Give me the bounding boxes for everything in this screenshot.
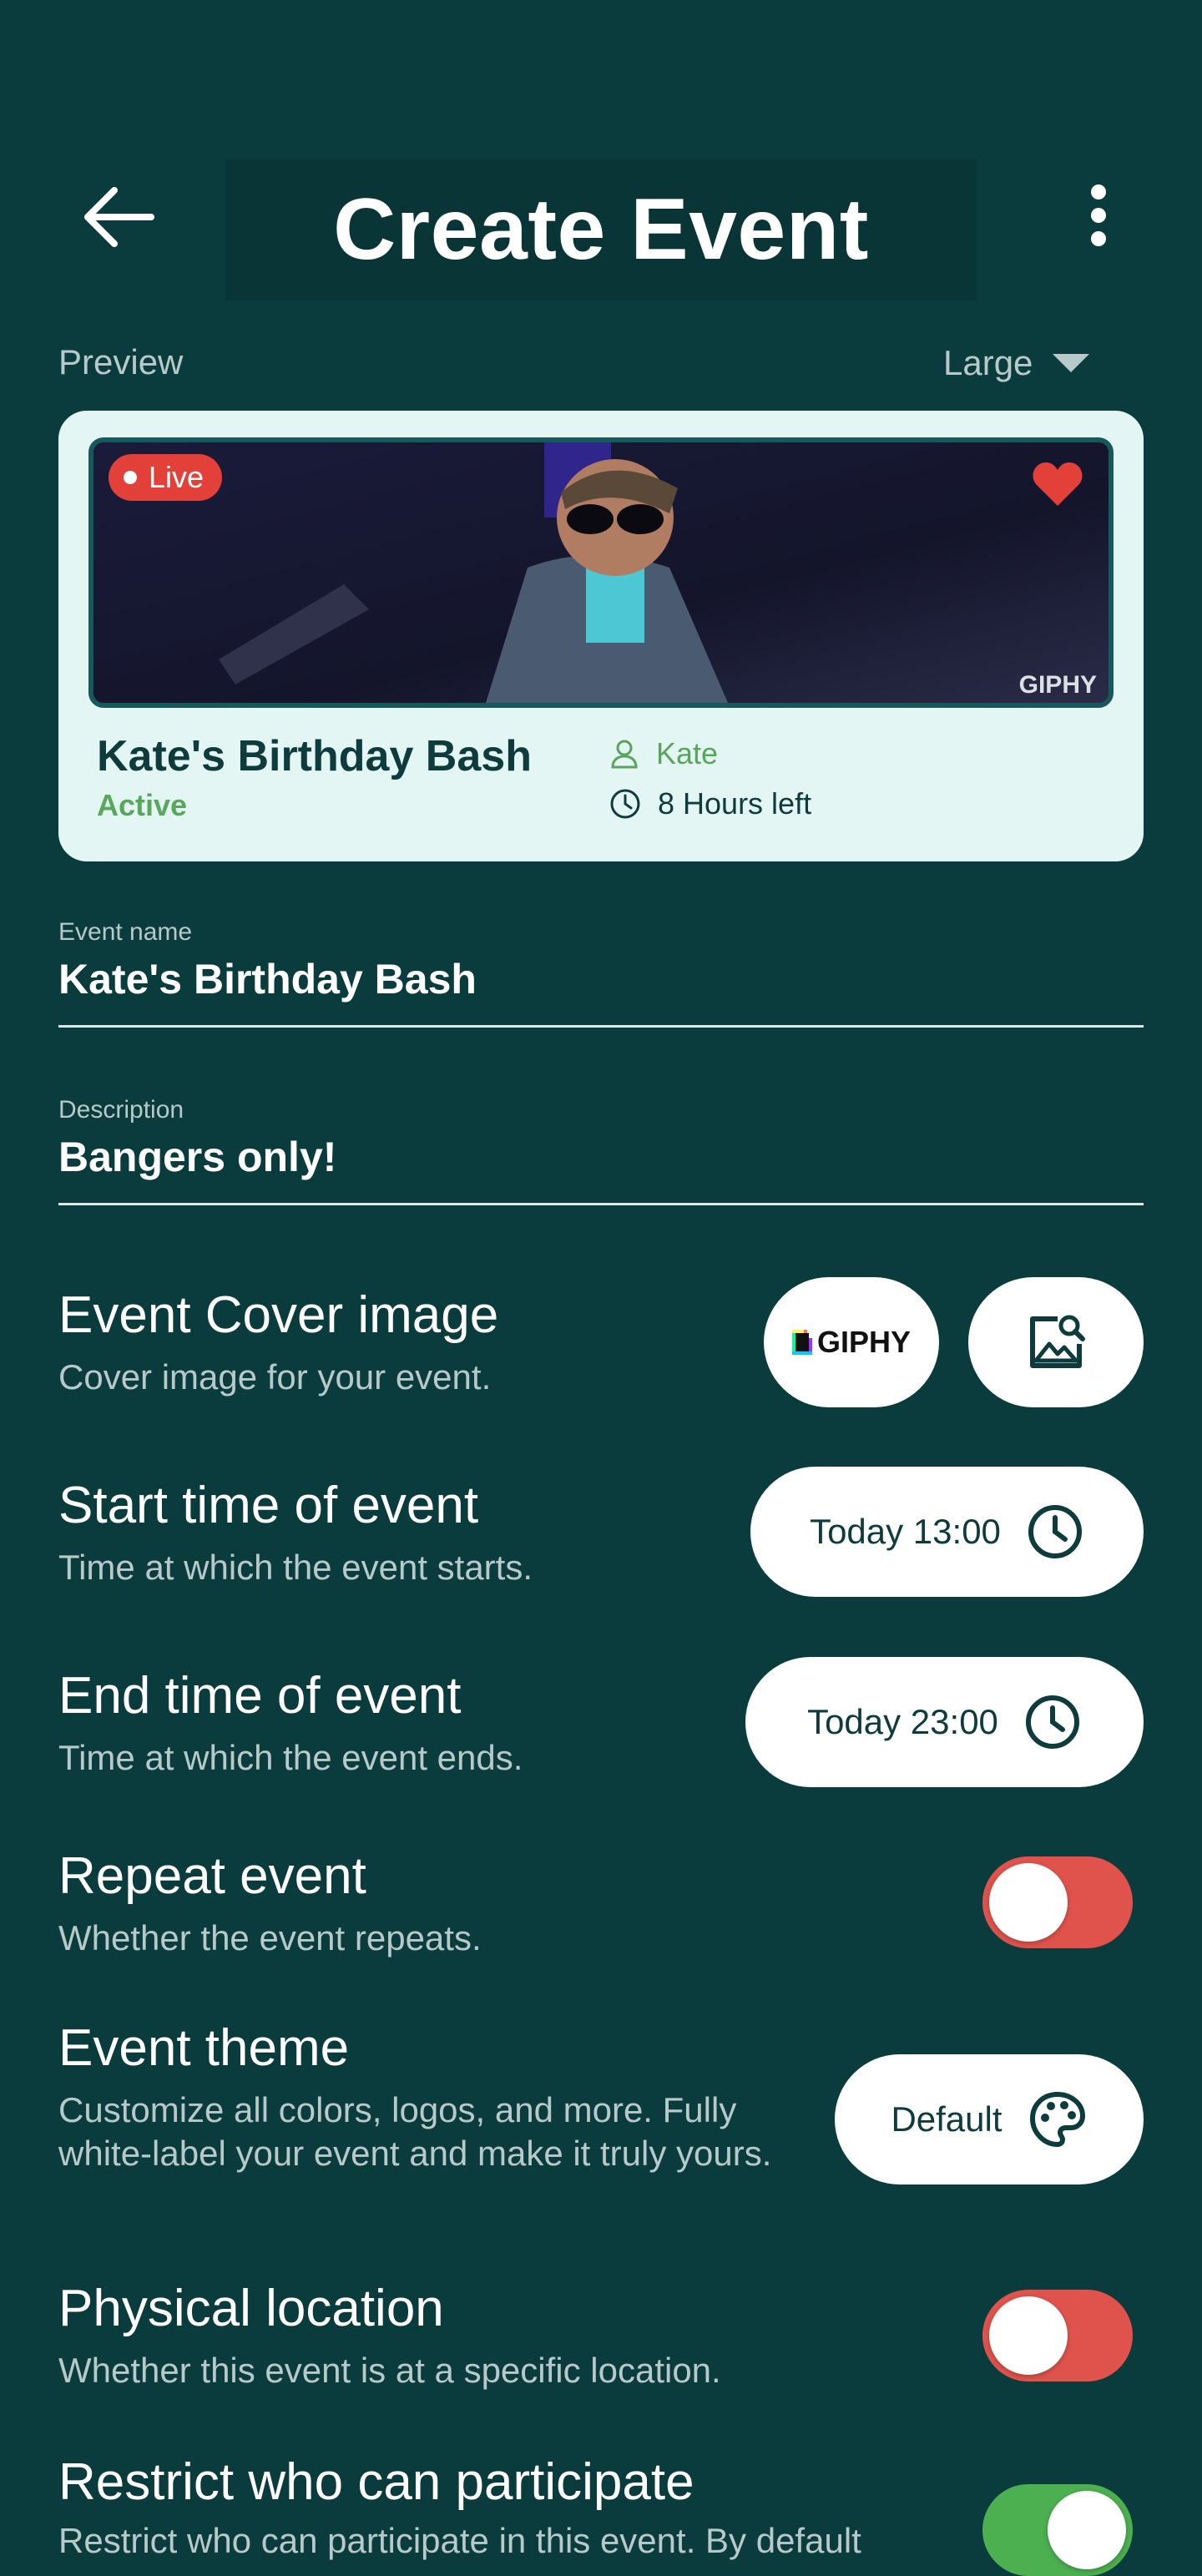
toggle-knob bbox=[1048, 2491, 1126, 2569]
caret-down-icon bbox=[1053, 354, 1090, 372]
end-time-value: Today 23:00 bbox=[807, 1702, 998, 1741]
start-time-value: Today 13:00 bbox=[810, 1512, 1001, 1551]
end-time-subtitle: Time at which the event ends. bbox=[58, 1738, 523, 1777]
toggle-knob bbox=[989, 1863, 1068, 1942]
preview-size-dropdown[interactable]: Large bbox=[943, 338, 1090, 388]
event-name-field[interactable]: Event name Kate's Birthday Bash bbox=[58, 918, 1144, 1028]
description-label: Description bbox=[58, 1096, 184, 1124]
live-badge-label: Live bbox=[149, 460, 205, 494]
physical-location-title: Physical location bbox=[58, 2280, 444, 2337]
description-field[interactable]: Description Bangers only! bbox=[58, 1096, 1144, 1205]
cover-image-art bbox=[93, 442, 1109, 703]
giphy-watermark: GIPHY bbox=[1018, 671, 1097, 699]
repeat-event-subtitle: Whether the event repeats. bbox=[58, 1918, 482, 1957]
preview-time-left-text: 8 Hours left bbox=[658, 786, 812, 821]
back-arrow-icon bbox=[84, 187, 154, 247]
theme-button[interactable]: Default bbox=[835, 2054, 1144, 2185]
event-name-label: Event name bbox=[58, 918, 193, 946]
preview-size-value: Large bbox=[943, 343, 1033, 382]
live-badge: Live bbox=[109, 454, 223, 501]
preview-event-title: Kate's Birthday Bash bbox=[97, 732, 532, 780]
preview-event-status: Active bbox=[97, 788, 188, 822]
clock-icon bbox=[1025, 1695, 1079, 1749]
start-time-subtitle: Time at which the event starts. bbox=[58, 1548, 533, 1587]
person-icon bbox=[611, 740, 638, 769]
end-time-button[interactable]: Today 23:00 bbox=[745, 1657, 1144, 1787]
event-name-input[interactable]: Kate's Birthday Bash bbox=[58, 955, 1144, 1025]
giphy-logo-text: GIPHY bbox=[816, 1325, 912, 1359]
preview-time-left: 8 Hours left bbox=[609, 786, 811, 821]
giphy-logo-icon bbox=[791, 1330, 812, 1355]
preview-host-name: Kate bbox=[656, 736, 719, 770]
description-input[interactable]: Bangers only! bbox=[58, 1133, 1144, 1203]
page-title-container: Create Event bbox=[225, 159, 977, 301]
live-dot-icon bbox=[124, 471, 137, 484]
giphy-logo: GIPHY bbox=[791, 1325, 912, 1360]
clock-icon bbox=[1028, 1505, 1082, 1558]
restrict-participation-title: Restrict who can participate bbox=[58, 2453, 694, 2511]
event-theme-subtitle: Customize all colors, logos, and more. F… bbox=[58, 2090, 772, 2173]
preview-label: Preview bbox=[58, 342, 184, 381]
event-theme-title: Event theme bbox=[58, 2019, 350, 2077]
clock-icon bbox=[610, 789, 640, 819]
event-cover-image: Live GIPHY bbox=[88, 437, 1114, 708]
start-time-button[interactable]: Today 13:00 bbox=[750, 1467, 1144, 1597]
cover-image-subtitle: Cover image for your event. bbox=[58, 1357, 492, 1397]
page-title: Create Event bbox=[333, 180, 869, 278]
end-time-title: End time of event bbox=[58, 1667, 462, 1725]
restrict-participation-subtitle: Restrict who can participate in this eve… bbox=[58, 2521, 861, 2560]
start-time-title: Start time of event bbox=[58, 1477, 479, 1534]
repeat-event-toggle[interactable] bbox=[982, 1856, 1133, 1948]
cover-image-title: Event Cover image bbox=[58, 1286, 499, 1344]
back-button[interactable] bbox=[75, 175, 159, 259]
physical-location-subtitle: Whether this event is at a specific loca… bbox=[58, 2351, 721, 2390]
heart-icon bbox=[1033, 462, 1083, 506]
repeat-event-title: Repeat event bbox=[58, 1847, 366, 1905]
palette-icon bbox=[1029, 2092, 1085, 2147]
image-search-icon bbox=[1030, 1315, 1085, 1368]
event-preview-card[interactable]: Live GIPHY Kate's Birthday Bash Active K… bbox=[58, 411, 1144, 861]
restrict-participation-toggle[interactable] bbox=[982, 2484, 1133, 2576]
favorite-button[interactable] bbox=[1032, 461, 1083, 512]
toggle-knob bbox=[989, 2296, 1068, 2375]
upload-image-button[interactable] bbox=[968, 1277, 1144, 1407]
giphy-picker-button[interactable]: GIPHY bbox=[764, 1277, 939, 1407]
more-vert-icon bbox=[1091, 184, 1106, 246]
physical-location-toggle[interactable] bbox=[982, 2290, 1133, 2382]
preview-host: Kate bbox=[609, 736, 718, 771]
more-options-button[interactable] bbox=[1065, 174, 1132, 257]
theme-value: Default bbox=[891, 2099, 1003, 2139]
